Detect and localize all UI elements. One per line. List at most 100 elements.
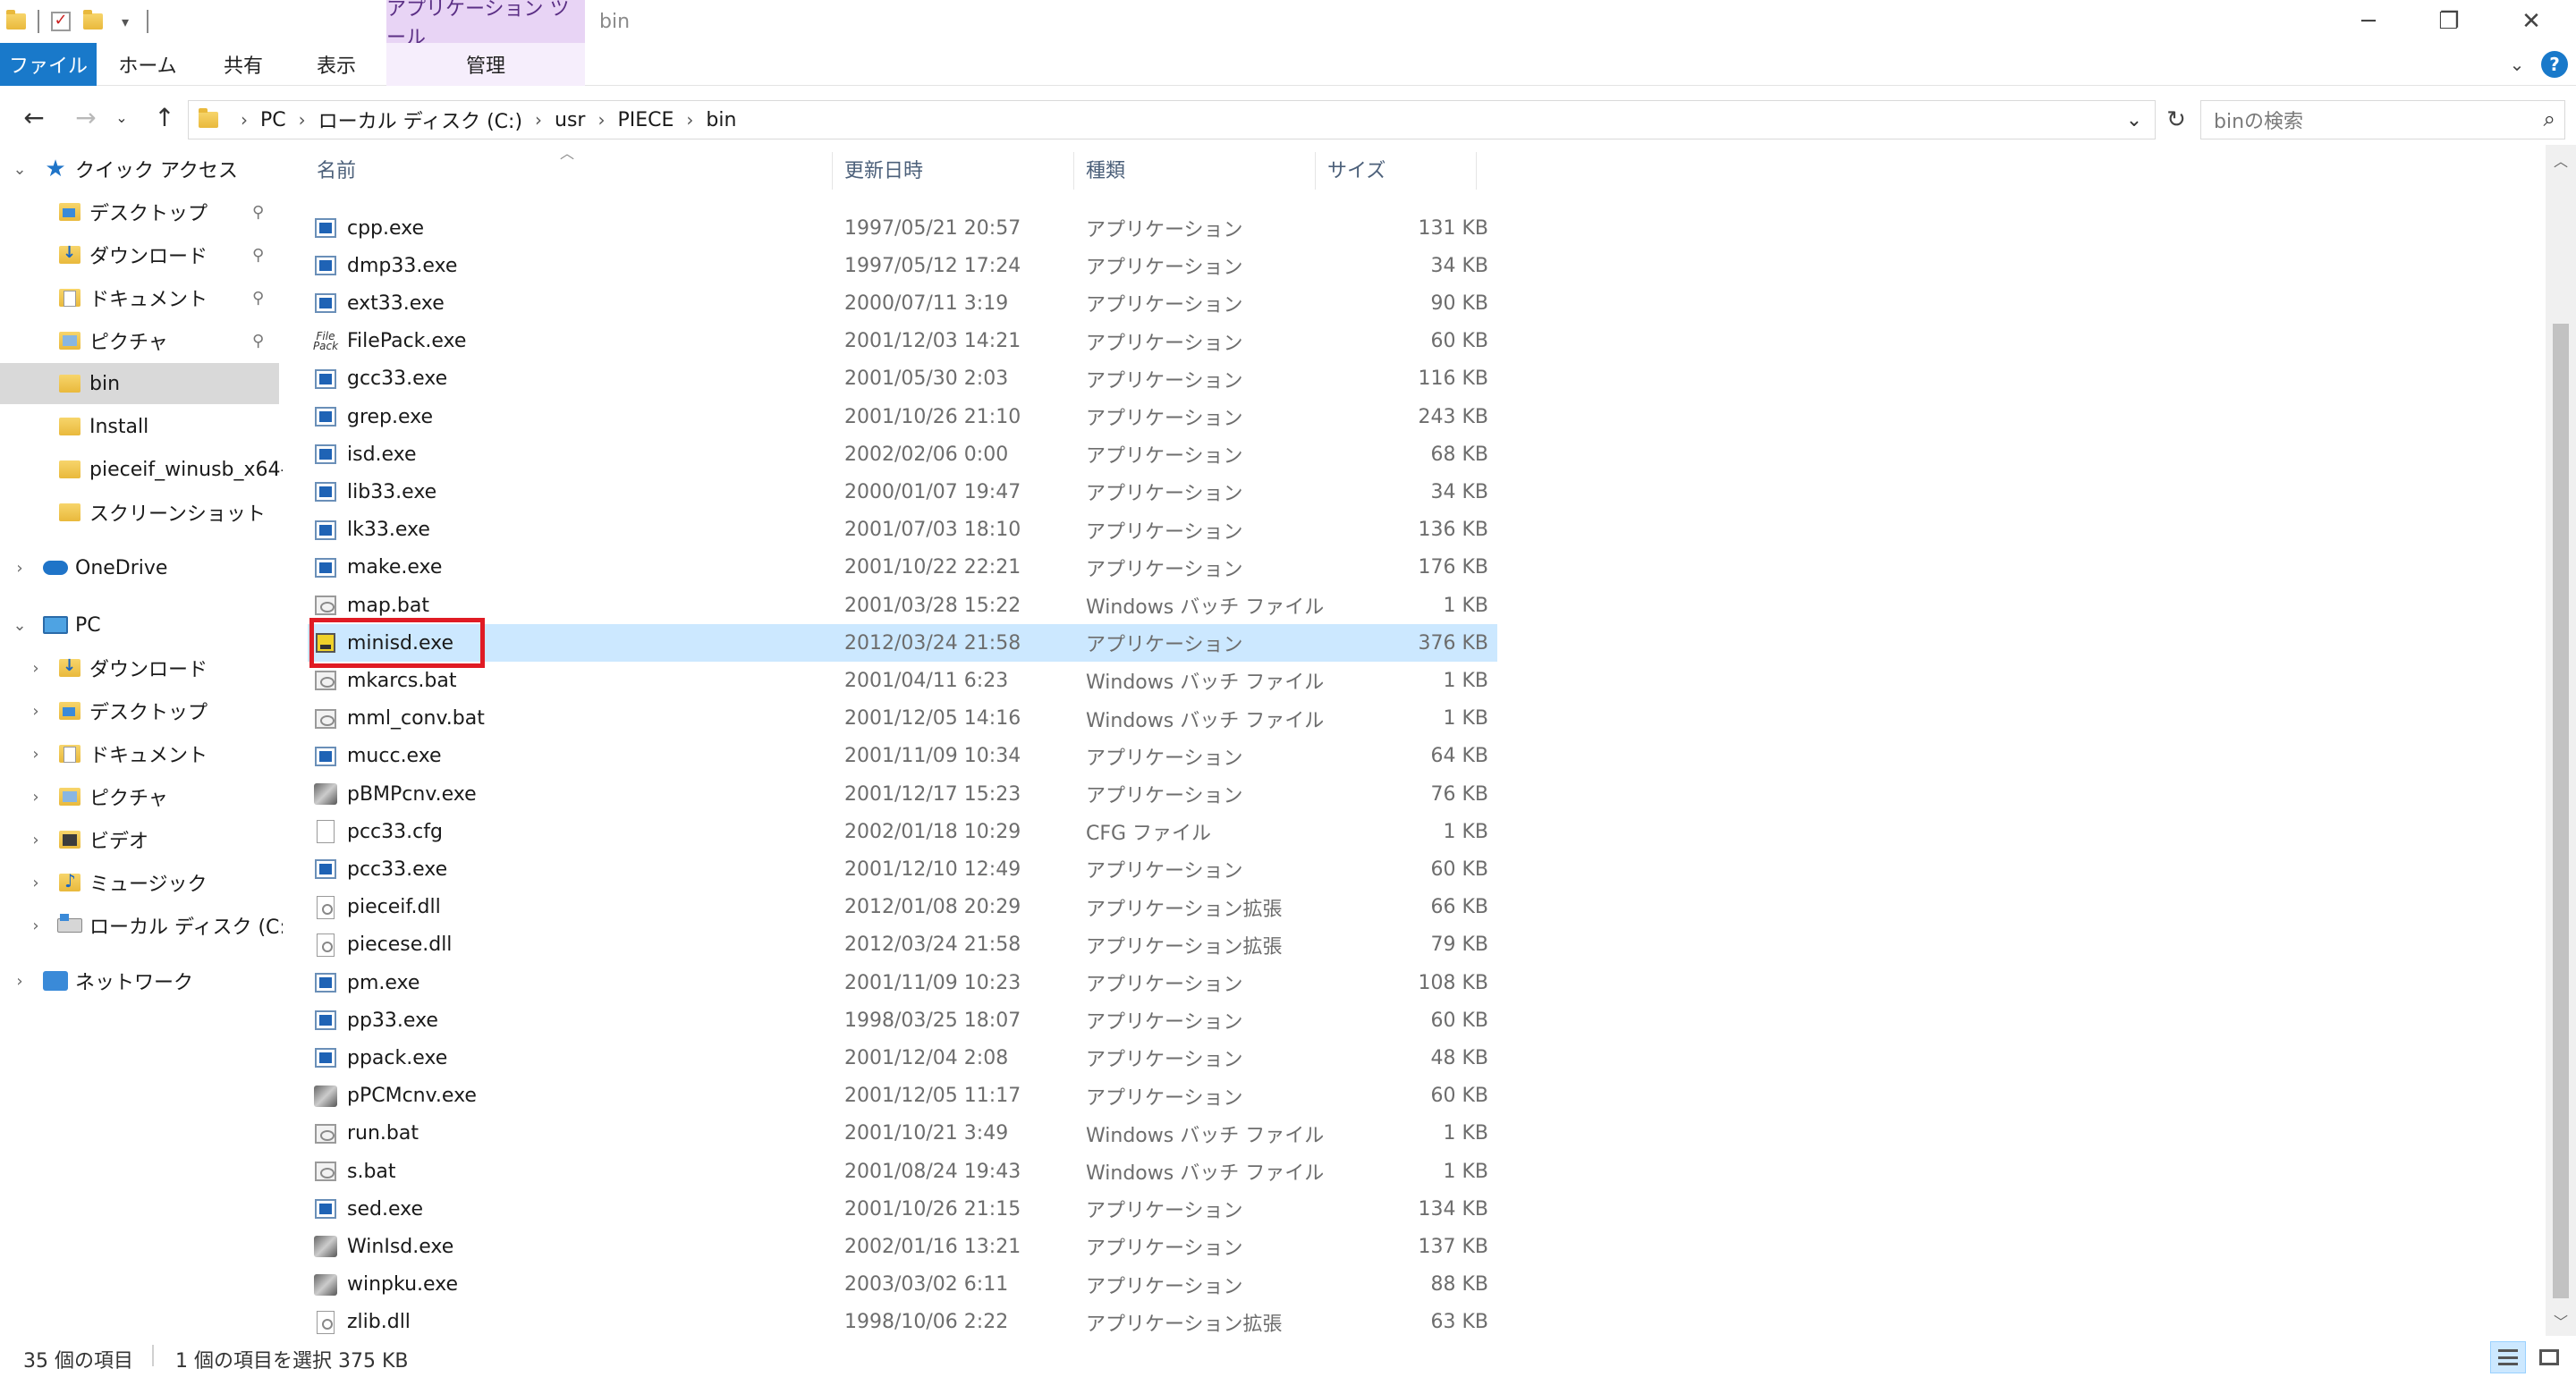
nav-item-pictures[interactable]: ピクチャ ⚲ (0, 320, 283, 361)
chevron-right-icon[interactable]: › (25, 905, 47, 946)
breadcrumb-bin[interactable]: bin (706, 109, 736, 131)
minimize-button[interactable]: ─ (2327, 0, 2410, 43)
recent-locations-button[interactable]: ⌄ (109, 93, 134, 141)
scroll-up-icon[interactable]: ︿ (2546, 147, 2576, 173)
table-row[interactable]: WinIsd.exe 2002/01/16 13:21 アプリケーション 137 KB (308, 1228, 1497, 1265)
pin-icon[interactable]: ⚲ (252, 203, 264, 222)
restore-button[interactable]: ❐ (2408, 0, 2490, 43)
table-row[interactable]: piecese.dll 2012/03/24 21:58 アプリケーション拡張 79 … (308, 926, 1497, 964)
table-row[interactable]: gcc33.exe 2001/05/30 2:03 アプリケーション 116 KB (308, 360, 1497, 398)
nav-pc-desktop[interactable]: › デスクトップ (0, 690, 283, 731)
tab-share[interactable]: 共有 (208, 43, 279, 86)
nav-pc-music[interactable]: › ミュージック (0, 862, 283, 903)
pin-icon[interactable]: ⚲ (252, 289, 264, 308)
back-button[interactable]: ← (14, 93, 54, 141)
column-divider[interactable] (1073, 152, 1074, 190)
breadcrumb-piece[interactable]: PIECE (617, 109, 674, 131)
close-button[interactable]: ✕ (2490, 0, 2572, 43)
table-row[interactable]: File Pack FilePack.exe 2001/12/03 14:21 アプリケ… (308, 323, 1497, 360)
nav-network[interactable]: › ネットワーク (0, 960, 283, 1001)
nav-pc-videos[interactable]: › ビデオ (0, 819, 283, 860)
chevron-right-icon[interactable]: › (535, 109, 542, 131)
nav-item-bin[interactable]: bin (0, 363, 279, 404)
vertical-scrollbar[interactable]: ︿ ﹀ (2546, 145, 2576, 1336)
address-bar[interactable]: › PC › ローカル ディスク (C:) › usr › PIECE › bi… (188, 100, 2156, 139)
table-row[interactable]: ppack.exe 2001/12/04 2:08 アプリケーション 48 KB (308, 1039, 1497, 1077)
chevron-right-icon[interactable]: › (25, 862, 47, 903)
breadcrumb-pc[interactable]: PC (260, 109, 286, 131)
nav-item-pieceif[interactable]: pieceif_winusb_x64- (0, 449, 283, 490)
table-row[interactable]: dmp33.exe 1997/05/12 17:24 アプリケーション 34 KB (308, 247, 1497, 284)
properties-icon[interactable]: ✓ (45, 0, 77, 43)
table-row[interactable]: map.bat 2001/03/28 15:22 Windows バッチ ファイル 1… (308, 587, 1497, 624)
table-row[interactable]: pcc33.exe 2001/12/10 12:49 アプリケーション 60 KB (308, 850, 1497, 888)
chevron-right-icon[interactable]: › (299, 109, 306, 131)
nav-quick-access[interactable]: ⌄ ★ クイック アクセス (0, 148, 283, 190)
scroll-down-icon[interactable]: ﹀ (2546, 1307, 2576, 1334)
chevron-right-icon[interactable]: › (597, 109, 605, 131)
tab-home[interactable]: ホーム (107, 43, 188, 86)
new-folder-icon[interactable] (77, 0, 109, 43)
table-row[interactable]: mml_conv.bat 2001/12/05 14:16 Windows バッチ … (308, 700, 1497, 738)
column-divider[interactable] (832, 152, 833, 190)
nav-pc[interactable]: ⌄ PC (0, 604, 283, 646)
column-header-date[interactable]: 更新日時 (844, 145, 1059, 193)
table-row[interactable]: s.bat 2001/08/24 19:43 Windows バッチ ファイル 1 K… (308, 1153, 1497, 1190)
chevron-down-icon[interactable]: ⌄ (9, 604, 30, 646)
column-header-size[interactable]: サイズ (1327, 145, 1488, 193)
search-input[interactable]: binの検索 ⌕ (2200, 100, 2565, 139)
table-row[interactable]: make.exe 2001/10/22 22:21 アプリケーション 176 KB (308, 549, 1497, 587)
chevron-right-icon[interactable]: › (25, 819, 47, 860)
nav-item-documents[interactable]: ドキュメント ⚲ (0, 277, 283, 318)
help-button[interactable]: ? (2537, 43, 2572, 86)
chevron-right-icon[interactable]: › (9, 547, 30, 588)
table-row[interactable]: winpku.exe 2003/03/02 6:11 アプリケーション 88 KB (308, 1266, 1497, 1304)
address-history-dropdown-icon[interactable]: ⌄ (2119, 101, 2149, 139)
table-row[interactable]: pm.exe 2001/11/09 10:23 アプリケーション 108 KB (308, 964, 1497, 1001)
nav-item-downloads[interactable]: ダウンロード ⚲ (0, 234, 283, 275)
table-row[interactable]: pieceif.dll 2012/01/08 20:29 アプリケーション拡張 66 … (308, 889, 1497, 926)
chevron-down-icon[interactable]: ⌄ (9, 148, 30, 190)
chevron-right-icon[interactable]: › (686, 109, 693, 131)
pin-icon[interactable]: ⚲ (252, 246, 264, 265)
details-view-button[interactable] (2490, 1341, 2526, 1373)
table-row[interactable]: grep.exe 2001/10/26 21:10 アプリケーション 243 KB (308, 398, 1497, 435)
table-row[interactable]: isd.exe 2002/02/06 0:00 アプリケーション 68 KB (308, 435, 1497, 473)
table-row[interactable]: ext33.exe 2000/07/11 3:19 アプリケーション 90 KB (308, 284, 1497, 322)
nav-pc-documents[interactable]: › ドキュメント (0, 733, 283, 774)
column-divider[interactable] (1476, 152, 1477, 190)
table-row[interactable]: pBMPcnv.exe 2001/12/17 15:23 アプリケーション 76 KB (308, 775, 1497, 813)
refresh-button[interactable]: ↻ (2157, 100, 2195, 139)
table-row[interactable]: pcc33.cfg 2002/01/18 10:29 CFG ファイル 1 KB (308, 813, 1497, 850)
nav-item-install[interactable]: Install (0, 406, 283, 447)
breadcrumb-local-disk[interactable]: ローカル ディスク (C:) (318, 106, 522, 134)
customize-qat-icon[interactable]: ▾ (109, 0, 141, 43)
column-divider[interactable] (1315, 152, 1316, 190)
table-row[interactable]: pPCMcnv.exe 2001/12/05 11:17 アプリケーション 60 KB (308, 1077, 1497, 1115)
chevron-right-icon[interactable]: › (25, 647, 47, 688)
table-row[interactable]: lib33.exe 2000/01/07 19:47 アプリケーション 34 KB (308, 473, 1497, 511)
table-row[interactable]: cpp.exe 1997/05/21 20:57 アプリケーション 131 KB (308, 209, 1497, 247)
table-row[interactable]: run.bat 2001/10/21 3:49 Windows バッチ ファイル 1 … (308, 1115, 1497, 1153)
scrollbar-thumb[interactable] (2553, 324, 2569, 1298)
nav-pc-downloads[interactable]: › ダウンロード (0, 647, 283, 688)
table-row[interactable]: minisd.exe 2012/03/24 21:58 アプリケーション 376 KB (308, 624, 1497, 663)
tab-file[interactable]: ファイル (0, 43, 97, 86)
chevron-right-icon[interactable]: › (25, 776, 47, 817)
chevron-right-icon[interactable]: › (25, 733, 47, 774)
column-header-type[interactable]: 種類 (1086, 145, 1301, 193)
ribbon-expand-icon[interactable]: ⌄ (2499, 43, 2535, 86)
search-icon[interactable]: ⌕ (2544, 106, 2555, 131)
table-row[interactable]: lk33.exe 2001/07/03 18:10 アプリケーション 136 KB (308, 511, 1497, 549)
tab-view[interactable]: 表示 (301, 43, 372, 86)
column-header-name[interactable]: 名前 (317, 145, 800, 193)
breadcrumb-usr[interactable]: usr (555, 109, 585, 131)
forward-button[interactable]: → (66, 93, 106, 141)
table-row[interactable]: pp33.exe 1998/03/25 18:07 アプリケーション 60 KB (308, 1001, 1497, 1039)
chevron-right-icon[interactable]: › (9, 960, 30, 1001)
nav-onedrive[interactable]: › OneDrive (0, 547, 283, 588)
nav-pc-pictures[interactable]: › ピクチャ (0, 776, 283, 817)
table-row[interactable]: sed.exe 2001/10/26 21:15 アプリケーション 134 KB (308, 1190, 1497, 1228)
table-row[interactable]: mucc.exe 2001/11/09 10:34 アプリケーション 64 KB (308, 738, 1497, 775)
nav-item-screenshots[interactable]: スクリーンショット (0, 492, 283, 533)
